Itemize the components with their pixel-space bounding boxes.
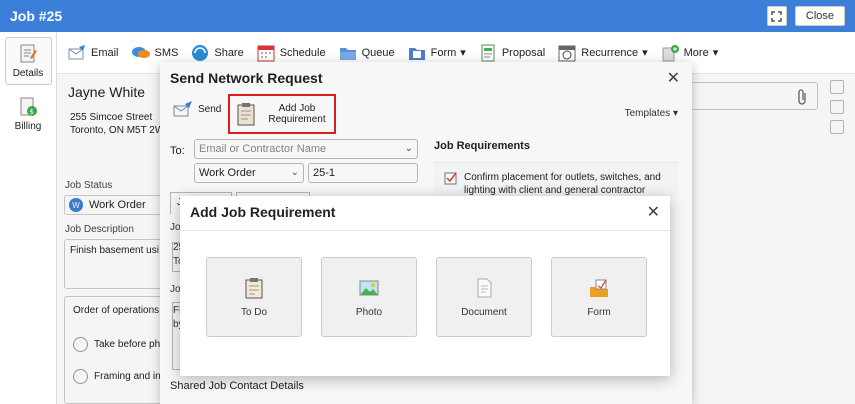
- more-icon: [662, 44, 679, 61]
- form-label: Form: [587, 306, 611, 318]
- share-icon: [192, 44, 209, 61]
- form-icon: [408, 47, 425, 60]
- form-button[interactable]: Form ▾: [407, 43, 466, 63]
- recurrence-button[interactable]: Recurrence ▾: [557, 43, 648, 63]
- proposal-label: Proposal: [501, 46, 546, 59]
- proposal-icon: [481, 44, 495, 61]
- queue-label: Queue: [361, 46, 395, 59]
- share-label: Share: [214, 46, 244, 59]
- todo-label: To Do: [240, 306, 268, 318]
- window-titlebar: Job #25 Close: [0, 0, 855, 32]
- schedule-button[interactable]: Schedule: [256, 43, 326, 63]
- chevron-down-icon: ▾: [460, 47, 466, 59]
- clipboard-icon: [245, 277, 263, 298]
- sms-label: SMS: [154, 46, 179, 59]
- window-title: Job #25: [10, 8, 63, 24]
- email-button[interactable]: Email: [67, 43, 119, 63]
- email-label: Email: [91, 46, 119, 59]
- photo-icon: [359, 280, 379, 295]
- schedule-label: Schedule: [279, 46, 326, 59]
- close-icon[interactable]: ✕: [647, 202, 660, 222]
- nav-billing[interactable]: $ Billing: [5, 90, 52, 138]
- document-label: Document: [461, 306, 507, 318]
- recurrence-label: Recurrence: [581, 46, 639, 59]
- dialog-title: Add Job Requirement: [190, 204, 336, 220]
- calendar-icon: [257, 45, 275, 61]
- divider: [180, 230, 670, 231]
- details-icon: [20, 44, 37, 63]
- nav-billing-label: Billing: [14, 121, 42, 132]
- sms-button[interactable]: SMS: [131, 43, 179, 63]
- expand-icon: [771, 10, 783, 22]
- photo-option[interactable]: Photo: [321, 257, 417, 337]
- photo-label: Photo: [355, 306, 383, 318]
- more-button[interactable]: More ▾: [660, 43, 719, 63]
- svg-text:$: $: [30, 108, 34, 116]
- form-option[interactable]: Form: [551, 257, 647, 337]
- chevron-down-icon: ▾: [642, 47, 648, 59]
- form-icon: [590, 279, 608, 297]
- queue-button[interactable]: Queue: [338, 43, 395, 63]
- nav-details-label: Details: [12, 68, 44, 79]
- more-label: More: [683, 46, 709, 59]
- proposal-button[interactable]: Proposal: [478, 43, 545, 63]
- form-label: Form: [430, 46, 457, 59]
- folder-icon: [339, 47, 356, 60]
- left-nav: Details $ Billing: [0, 32, 57, 404]
- share-button[interactable]: Share: [190, 43, 244, 63]
- email-icon: [68, 44, 85, 59]
- expand-button[interactable]: [766, 6, 787, 26]
- recurrence-icon: [558, 45, 576, 61]
- chevron-down-icon: ▾: [712, 47, 719, 59]
- add-job-requirement-dialog: Add Job Requirement ✕ To Do Photo Docume…: [180, 196, 670, 376]
- billing-icon: $: [20, 97, 37, 116]
- todo-option[interactable]: To Do: [206, 257, 302, 337]
- close-button[interactable]: Close: [794, 6, 845, 26]
- document-option[interactable]: Document: [436, 257, 532, 337]
- document-icon: [477, 278, 492, 297]
- sms-icon: [131, 46, 150, 58]
- nav-details[interactable]: Details: [4, 37, 52, 85]
